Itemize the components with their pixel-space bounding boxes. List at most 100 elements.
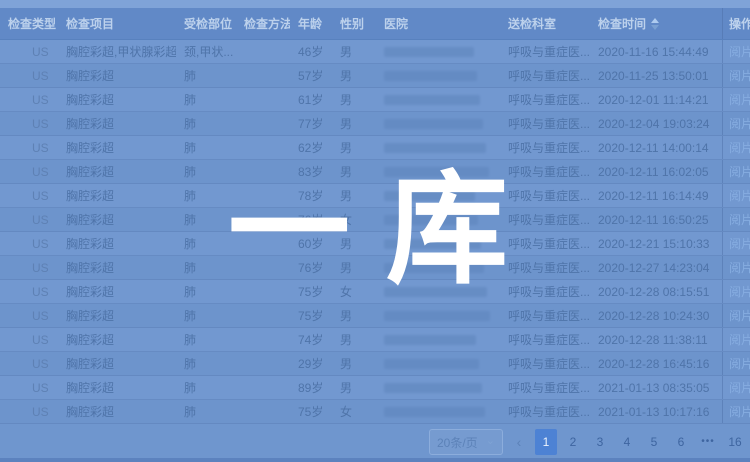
cell-hospital [376, 136, 500, 159]
cell-body-part: 肺 [176, 280, 236, 303]
cell-exam-item: 胸腔彩超 [58, 400, 176, 423]
cell-exam-time: 2020-12-11 14:00:14 [590, 136, 722, 159]
cell-age: 74岁 [290, 328, 332, 351]
col-header-label: 检查项目 [66, 15, 114, 32]
cell-hospital [376, 280, 500, 303]
cell-body-part: 肺 [176, 112, 236, 135]
more-pages-icon[interactable]: ••• [697, 429, 719, 455]
hospital-redacted-bar [384, 47, 474, 57]
page-button-3[interactable]: 3 [589, 429, 611, 455]
col-header-age: 年龄 [290, 8, 332, 39]
table-row: US胸腔彩超肺76岁女呼吸与重症医...2020-12-11 16:50:25阅… [0, 208, 750, 232]
col-header-label: 性别 [340, 15, 364, 32]
cell-hospital [376, 112, 500, 135]
cell-exam-time: 2021-01-13 10:17:16 [590, 400, 722, 423]
col-header-exam-time[interactable]: 检查时间 [590, 8, 722, 39]
view-images-link[interactable]: 阅片 [729, 91, 750, 108]
cell-operation: 阅片 [722, 304, 750, 327]
cell-exam-item: 胸腔彩超 [58, 280, 176, 303]
cell-department: 呼吸与重症医... [500, 328, 590, 351]
cell-age: 78岁 [290, 184, 332, 207]
view-images-link[interactable]: 阅片 [729, 187, 750, 204]
page-button-2[interactable]: 2 [562, 429, 584, 455]
cell-operation: 阅片 [722, 400, 750, 423]
table-row: US胸腔彩超肺29岁男呼吸与重症医...2020-12-28 16:45:16阅… [0, 352, 750, 376]
hospital-redacted-bar [384, 335, 476, 345]
page-button-4[interactable]: 4 [616, 429, 638, 455]
cell-age: 89岁 [290, 376, 332, 399]
cell-exam-type: US [0, 160, 58, 183]
table-row: US胸腔彩超肺60岁男呼吸与重症医...2020-12-21 15:10:33阅… [0, 232, 750, 256]
view-images-link[interactable]: 阅片 [729, 139, 750, 156]
cell-exam-item: 胸腔彩超 [58, 136, 176, 159]
table-body: US胸腔彩超,甲状腺彩超颈,甲状...46岁男呼吸与重症医...2020-11-… [0, 40, 750, 424]
cell-gender: 男 [332, 40, 376, 63]
cell-body-part: 肺 [176, 136, 236, 159]
hospital-redacted-bar [384, 311, 490, 321]
view-images-link[interactable]: 阅片 [729, 43, 750, 60]
view-images-link[interactable]: 阅片 [729, 235, 750, 252]
cell-department: 呼吸与重症医... [500, 64, 590, 87]
prev-page-button[interactable]: ‹ [508, 429, 530, 455]
cell-exam-item: 胸腔彩超 [58, 88, 176, 111]
cell-department: 呼吸与重症医... [500, 184, 590, 207]
cell-hospital [376, 352, 500, 375]
cell-exam-time: 2020-12-28 16:45:16 [590, 352, 722, 375]
cell-exam-time: 2020-12-28 11:38:11 [590, 328, 722, 351]
cell-exam-item: 胸腔彩超 [58, 328, 176, 351]
page-button-1[interactable]: 1 [535, 429, 557, 455]
col-header-label: 送检科室 [508, 15, 556, 32]
cell-department: 呼吸与重症医... [500, 376, 590, 399]
cell-operation: 阅片 [722, 40, 750, 63]
cell-exam-type: US [0, 352, 58, 375]
view-images-link[interactable]: 阅片 [729, 115, 750, 132]
cell-body-part: 肺 [176, 184, 236, 207]
col-header-label: 年龄 [298, 15, 322, 32]
hospital-redacted-bar [384, 191, 475, 201]
cell-body-part: 肺 [176, 160, 236, 183]
view-images-link[interactable]: 阅片 [729, 379, 750, 396]
view-images-link[interactable]: 阅片 [729, 307, 750, 324]
view-images-link[interactable]: 阅片 [729, 259, 750, 276]
view-images-link[interactable]: 阅片 [729, 211, 750, 228]
view-images-link[interactable]: 阅片 [729, 163, 750, 180]
cell-hospital [376, 328, 500, 351]
cell-age: 75岁 [290, 280, 332, 303]
cell-hospital [376, 40, 500, 63]
cell-hospital [376, 160, 500, 183]
sort-caret-up-icon [651, 18, 659, 23]
cell-exam-time: 2020-12-11 16:14:49 [590, 184, 722, 207]
table-row: US胸腔彩超肺61岁男呼吸与重症医...2020-12-01 11:14:21阅… [0, 88, 750, 112]
exam-table: 检查类型检查项目受检部位检查方法年龄性别医院送检科室检查时间操作 US胸腔彩超,… [0, 8, 750, 424]
view-images-link[interactable]: 阅片 [729, 331, 750, 348]
view-images-link[interactable]: 阅片 [729, 355, 750, 372]
cell-exam-method [236, 112, 290, 135]
cell-department: 呼吸与重症医... [500, 88, 590, 111]
page-button-6[interactable]: 6 [670, 429, 692, 455]
sort-carets[interactable] [651, 18, 659, 30]
cell-body-part: 肺 [176, 64, 236, 87]
cell-age: 83岁 [290, 160, 332, 183]
cell-exam-method [236, 328, 290, 351]
table-row: US胸腔彩超肺83岁男呼吸与重症医...2020-12-11 16:02:05阅… [0, 160, 750, 184]
cell-operation: 阅片 [722, 208, 750, 231]
page-size-select[interactable]: 20条/页 ⌄ [429, 429, 503, 455]
col-header-label: 操作 [729, 15, 750, 32]
cell-exam-item: 胸腔彩超 [58, 376, 176, 399]
view-images-link[interactable]: 阅片 [729, 67, 750, 84]
col-header-body-part: 受检部位 [176, 8, 236, 39]
cell-operation: 阅片 [722, 232, 750, 255]
col-header-hospital: 医院 [376, 8, 500, 39]
cell-exam-method [236, 304, 290, 327]
cell-age: 60岁 [290, 232, 332, 255]
table-row: US胸腔彩超,甲状腺彩超颈,甲状...46岁男呼吸与重症医...2020-11-… [0, 40, 750, 64]
cell-exam-type: US [0, 112, 58, 135]
page-button-5[interactable]: 5 [643, 429, 665, 455]
last-page-button[interactable]: 16 [724, 429, 746, 455]
view-images-link[interactable]: 阅片 [729, 403, 750, 420]
cell-exam-time: 2020-12-11 16:50:25 [590, 208, 722, 231]
view-images-link[interactable]: 阅片 [729, 283, 750, 300]
table-row: US胸腔彩超肺77岁男呼吸与重症医...2020-12-04 19:03:24阅… [0, 112, 750, 136]
cell-exam-type: US [0, 208, 58, 231]
table-row: US胸腔彩超肺76岁男呼吸与重症医...2020-12-27 14:23:04阅… [0, 256, 750, 280]
